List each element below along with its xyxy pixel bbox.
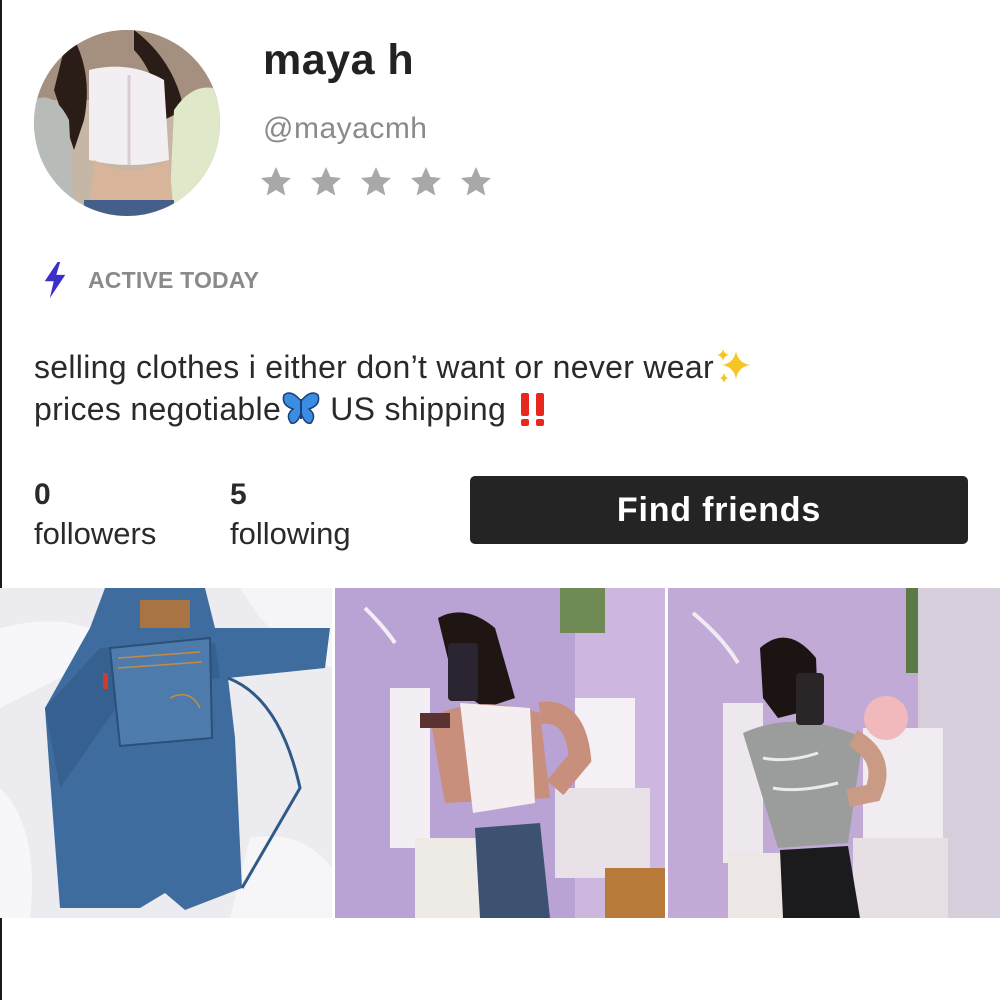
bio-text: selling clothes i either don’t want or n… [34,349,714,385]
sparkles-icon [716,349,750,383]
avatar[interactable] [34,30,220,216]
activity-status: ACTIVE TODAY [42,262,259,298]
find-friends-button[interactable]: Find friends [470,476,968,544]
star-icon [261,167,291,196]
display-name: maya h [263,36,415,84]
followers-count: 0 [34,478,51,511]
username: @mayacmh [263,112,428,145]
listing-photo [335,588,665,918]
listing-tile-jeans[interactable] [0,588,332,918]
profile-bio: selling clothes i either don’t want or n… [34,346,974,430]
rating-stars[interactable] [258,164,494,200]
listing-photo [668,588,1000,918]
following-count: 5 [230,478,247,511]
star-icon [361,167,391,196]
listings-grid [0,588,1000,918]
activity-status-label: ACTIVE TODAY [88,266,260,293]
listing-tile-white-top[interactable] [335,588,665,918]
bio-text: US shipping [321,391,516,427]
following-label: following [230,516,351,551]
butterfly-icon [282,392,320,425]
bio-text: prices negotiable [34,391,282,427]
followers-label: followers [34,516,157,551]
star-icon [411,167,441,196]
star-icon [311,167,341,196]
followers-stat[interactable]: 0 followers [34,478,156,552]
avatar-photo [34,30,220,216]
lightning-bolt-icon [44,262,66,298]
star-icon [461,167,491,196]
listing-photo [0,588,332,918]
listing-tile-grey-tee[interactable] [668,588,1000,918]
following-stat[interactable]: 5 following [230,478,351,552]
double-exclamation-icon [521,393,545,426]
